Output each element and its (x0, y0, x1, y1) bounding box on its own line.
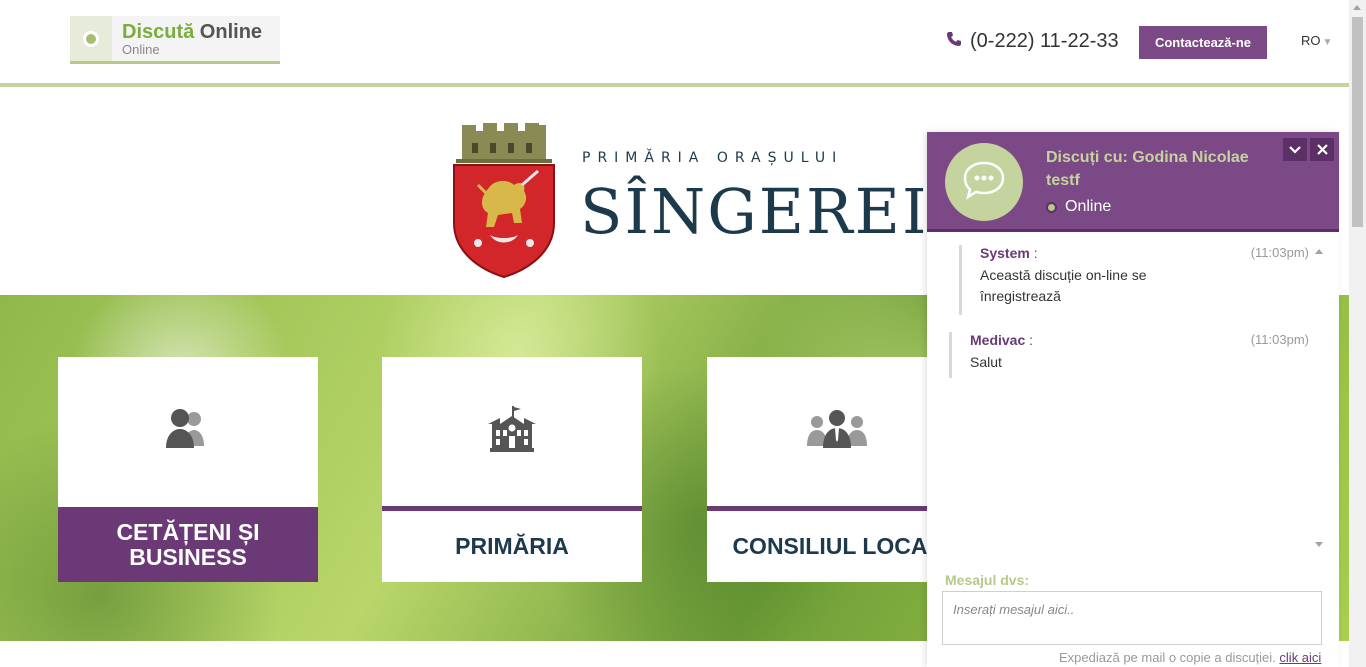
message-text: Această discuție on-line se înregistreaz… (980, 267, 1147, 304)
chat-status-text: Online (1065, 198, 1112, 215)
contact-button[interactable]: Contactează-ne (1139, 26, 1267, 59)
chat-message: Medivac : (11:03pm) Salut (949, 332, 1309, 378)
chat-message: System : (11:03pm) Această discuție on-l… (959, 245, 1309, 315)
message-author-colon: : (1025, 332, 1034, 348)
message-input[interactable] (942, 591, 1322, 645)
chat-panel: Discuți cu: Godina Nicolae testf Online … (927, 132, 1339, 667)
message-author-name: Medivac (970, 332, 1026, 348)
town-hall-icon (488, 406, 536, 457)
tile-label: PRIMĂRIA (382, 506, 642, 582)
chat-widget-status: Online (122, 41, 160, 57)
council-icon (807, 408, 867, 455)
chat-online-widget[interactable]: Discută Online Online (70, 16, 280, 64)
tile-label-line2: BUSINESS (129, 543, 247, 570)
chat-bubble-icon (962, 160, 1006, 205)
chat-status: Online (1046, 198, 1111, 216)
tile-label-line1: CETĂȚENI ȘI (116, 519, 260, 546)
top-header: Discută Online Online (0-222) 11-22-33 C… (0, 0, 1349, 84)
chevron-down-icon (1289, 145, 1301, 154)
online-dot-icon (83, 30, 99, 47)
chat-avatar (945, 143, 1023, 221)
message-author-colon: : (1029, 245, 1038, 261)
phone-number-text: (0-222) 11-22-33 (970, 30, 1119, 52)
tile-label: CETĂȚENI ȘI BUSINESS (58, 507, 318, 582)
page-scrollbar[interactable] (1349, 0, 1366, 667)
message-text: Salut (970, 354, 1002, 370)
chevron-down-icon: ▼ (1322, 37, 1333, 48)
chat-widget-title: Discută Online (122, 22, 262, 42)
citizens-icon (164, 408, 212, 455)
scroll-up-arrow-icon[interactable] (1353, 5, 1361, 10)
chat-title: Discuți cu: Godina Nicolae testf (1046, 149, 1249, 189)
minimize-chat-button[interactable] (1283, 138, 1307, 161)
chat-header: Discuți cu: Godina Nicolae testf Online (927, 132, 1339, 232)
message-time: (11:03pm) (1250, 245, 1309, 260)
online-indicator-box (70, 16, 112, 61)
chat-widget-title-highlight: Discută (122, 20, 195, 43)
phone-number: (0-222) 11-22-33 (946, 30, 1119, 53)
close-chat-button[interactable] (1310, 138, 1334, 161)
email-copy-text: Expediază pe mail o copie a discuției. (1059, 650, 1276, 665)
scroll-down-arrow-icon[interactable] (1315, 542, 1323, 547)
coat-of-arms-logo[interactable] (450, 123, 558, 284)
online-status-icon (1046, 201, 1057, 213)
close-icon (1316, 144, 1328, 155)
email-copy-link[interactable]: clik aici (1279, 650, 1321, 665)
tile-citizens-business[interactable]: CETĂȚENI ȘI BUSINESS (58, 357, 318, 582)
message-author-name: System (980, 245, 1030, 261)
chat-message-log[interactable]: System : (11:03pm) Această discuție on-l… (927, 235, 1339, 553)
message-time: (11:03pm) (1250, 332, 1309, 347)
scroll-up-arrow-icon[interactable] (1315, 249, 1323, 254)
language-selector[interactable]: RO ▼ (1301, 33, 1332, 48)
logo-subtitle: PRIMĂRIA ORAȘULUI (582, 150, 844, 166)
logo-title[interactable]: SÎNGEREI (580, 175, 928, 248)
tile-primaria[interactable]: PRIMĂRIA (382, 357, 642, 582)
chat-widget-title-rest: Online (194, 20, 263, 43)
phone-icon (946, 31, 962, 52)
message-input-label: Mesajul dvs: (945, 572, 1030, 588)
chat-log-scrollbar[interactable] (1313, 243, 1325, 551)
language-code: RO (1301, 33, 1321, 48)
chat-footer: Expediază pe mail o copie a discuției. c… (1059, 650, 1321, 665)
scrollbar-thumb[interactable] (1352, 17, 1363, 227)
